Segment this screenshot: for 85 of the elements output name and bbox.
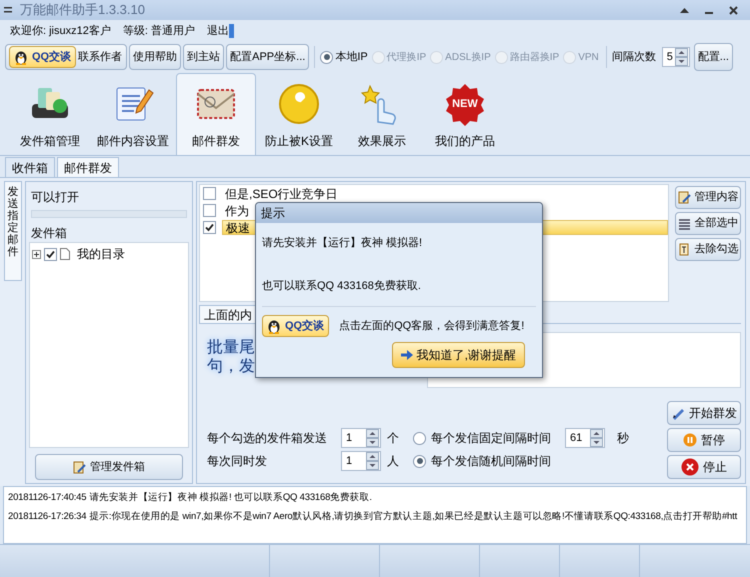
list-item[interactable]: 但是,SEO行业竞争日: [222, 186, 668, 201]
qq-chat-button[interactable]: QQ交谈: [262, 315, 330, 337]
contact-author-button[interactable]: 联系作者: [78, 48, 122, 66]
radio-button[interactable]: [320, 50, 334, 64]
qq-chat-button[interactable]: QQ交谈: [9, 46, 76, 68]
spinner-arrows-icon: [366, 429, 379, 447]
logout-link[interactable]: 退出: [206, 22, 229, 40]
checkbox[interactable]: [203, 221, 216, 234]
group-title: 发件箱: [31, 225, 68, 242]
setting-label: 每个勾选的发件箱发送: [207, 430, 328, 447]
dialog-message: 也可以联系QQ 433168免费获取.: [262, 278, 422, 294]
number-spinner[interactable]: 61: [565, 428, 605, 448]
welcome-text: 欢迎你: jisuxz12客户: [10, 24, 111, 39]
unit-label: 秒: [617, 430, 629, 447]
content-tab[interactable]: 上面的内: [199, 305, 257, 323]
manage-outbox-button[interactable]: 管理发件箱: [35, 454, 183, 480]
content-button[interactable]: 去除勾选: [675, 238, 741, 261]
log-time: 20181126-17:40:45: [8, 491, 86, 505]
pause-icon: [683, 433, 697, 447]
radio-label: 代理换IP: [386, 50, 426, 64]
radio-label: ADSL换IP: [445, 50, 491, 64]
setting-label: 每次同时发: [207, 453, 268, 470]
lines-icon: [678, 217, 690, 230]
ribbon-tab[interactable]: NEW 我们的产品: [425, 73, 505, 155]
text-cursor: [228, 24, 234, 38]
penguin-icon: [267, 318, 281, 334]
toolbar-button[interactable]: 配置APP坐标...: [226, 44, 310, 70]
window-title: 万能邮件助手1.3.3.10: [20, 1, 146, 20]
edit-icon: [73, 460, 86, 474]
number-spinner[interactable]: 5: [662, 47, 690, 67]
unit-label: 个: [387, 430, 400, 447]
radio-label: 每个发信随机间隔时间: [431, 453, 551, 470]
menu-icon: [4, 7, 12, 13]
log-message: 请先安装并【运行】夜神 模拟器! 也可以联系QQ 433168免费获取.: [89, 491, 372, 505]
ok-button[interactable]: 我知道了,谢谢提醒: [392, 342, 525, 368]
spinner-arrows-icon: [674, 48, 688, 66]
note-icon: [678, 243, 690, 256]
ribbon-tab[interactable]: 效果展示: [342, 73, 422, 155]
tree-item[interactable]: 我的目录: [77, 245, 125, 263]
number-spinner[interactable]: 1: [341, 428, 381, 448]
toolbar-button[interactable]: 到主站: [183, 44, 224, 70]
sub-tab[interactable]: 收件箱: [5, 157, 55, 177]
open-label: 可以打开: [31, 189, 80, 206]
spinner-arrows-icon: [366, 452, 379, 470]
radio-label: VPN: [578, 50, 599, 64]
dialog-message: 请先安装并【运行】夜神 模拟器!: [262, 236, 424, 251]
penguin-icon: [14, 50, 28, 64]
number-spinner[interactable]: 1: [341, 451, 381, 471]
dialog-title: 提示: [256, 203, 542, 223]
radio-label: 每个发信固定间隔时间: [431, 430, 551, 447]
spinner-arrows-icon: [590, 429, 603, 447]
new-badge-text: NEW: [451, 96, 479, 112]
ribbon-tab[interactable]: 邮件群发: [176, 73, 256, 155]
pen-icon: [671, 406, 685, 420]
user-level-text: 等级: 普通用户: [122, 24, 195, 39]
unit-label: 人: [387, 453, 400, 470]
content-button[interactable]: 全部选中: [675, 212, 741, 235]
log-message: 提示:你现在使用的是 win7,如果你不是win7 Aero默认风格,请切换到官方默认主题,如果已经是默认主题可以忽略!不懂请联系QQ:433168,点击打开帮助#htt: [89, 510, 738, 524]
log-time: 20181126-17:26:34: [8, 510, 86, 524]
arrow-icon: [400, 350, 413, 360]
toolbar-button[interactable]: 使用帮助: [129, 44, 182, 70]
ribbon-tab[interactable]: 邮件内容设置: [93, 73, 173, 155]
radio-label: 本地IP: [335, 50, 368, 65]
content-button[interactable]: 管理内容: [675, 186, 741, 209]
checkbox[interactable]: [203, 204, 216, 217]
side-tab[interactable]: 发送指定邮件: [4, 181, 22, 281]
radio-button[interactable]: [413, 454, 426, 468]
note-icon: [678, 191, 690, 204]
document-icon: [60, 248, 70, 260]
action-button[interactable]: 开始群发: [667, 401, 741, 425]
ribbon-tab[interactable]: 发件箱管理: [10, 73, 90, 155]
ribbon-tab[interactable]: 防止被K设置: [259, 73, 339, 155]
radio-button[interactable]: [413, 432, 426, 444]
close-icon: [729, 6, 738, 14]
collapse-icon: [680, 7, 689, 13]
config-button[interactable]: 配置...: [694, 43, 733, 71]
sub-tab[interactable]: 邮件群发: [57, 157, 119, 177]
interval-label: 间隔次数: [612, 50, 656, 65]
checkbox[interactable]: [203, 187, 216, 200]
checkbox[interactable]: [44, 248, 57, 260]
stop-icon: [681, 458, 699, 476]
dialog-hint: 点击左面的QQ客服，会得到满意答复!: [339, 318, 524, 334]
action-button[interactable]: 停止: [667, 455, 741, 479]
action-button[interactable]: 暂停: [667, 428, 741, 452]
radio-label: 路由器换IP: [510, 50, 560, 64]
